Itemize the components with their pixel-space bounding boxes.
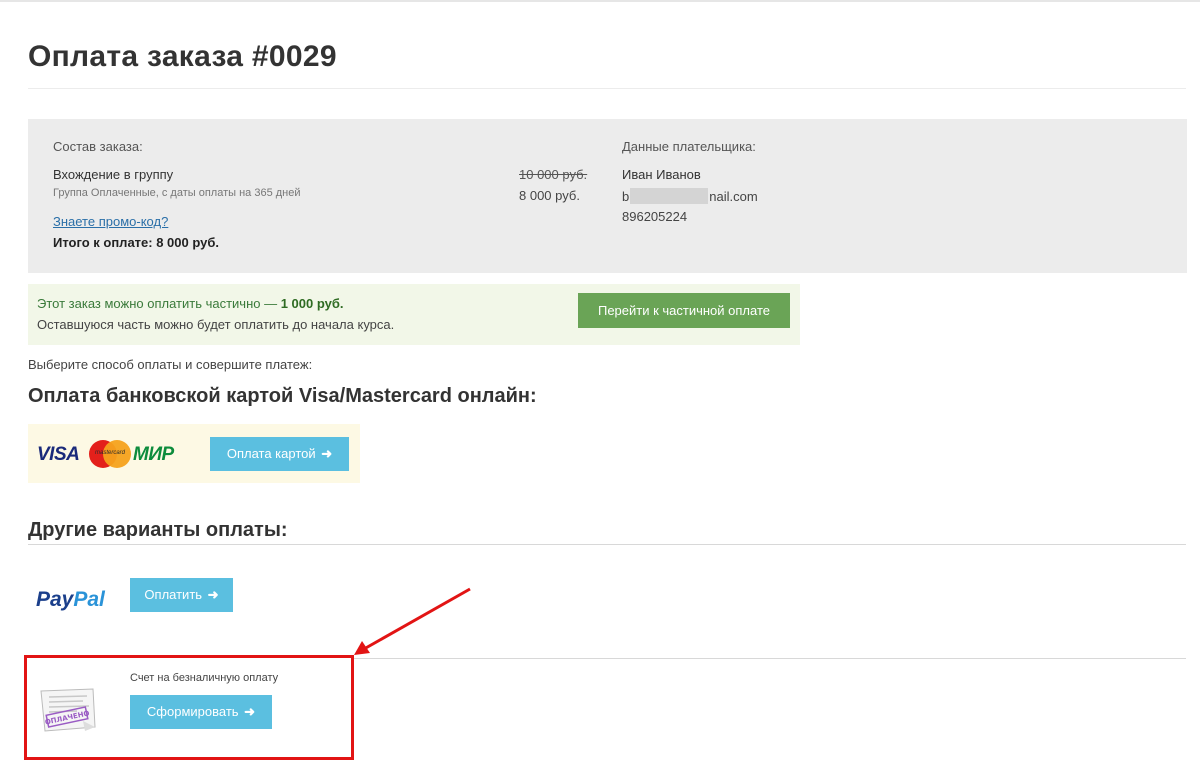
partial-payment-button[interactable]: Перейти к частичной оплате [578, 293, 790, 328]
arrow-right-icon: ➜ [204, 587, 219, 602]
paypal-logo-pal: Pal [73, 588, 105, 611]
mir-logo: МИР [133, 444, 174, 465]
card-payment-heading: Оплата банковской картой Visa/Mastercard… [28, 385, 537, 407]
pay-by-card-label: Оплата картой [226, 446, 316, 461]
pay-by-card-button[interactable]: Оплата картой ➜ [210, 437, 349, 471]
paypal-pay-label: Оплатить [144, 587, 203, 602]
payer-label: Данные плательщика: [622, 139, 756, 154]
payer-email-end: nail.com [709, 189, 758, 204]
invoice-divider [352, 658, 1186, 659]
generate-invoice-label: Сформировать [146, 704, 239, 719]
visa-logo: VISA [37, 444, 80, 465]
paypal-pay-button[interactable]: Оплатить ➜ [130, 578, 233, 612]
choose-payment-text: Выберите способ оплаты и совершите плате… [28, 357, 313, 372]
payer-email-start: b [622, 189, 630, 204]
payer-phone: 896205224 [622, 209, 688, 224]
order-item-title: Вхождение в группу [53, 167, 174, 182]
mastercard-logo: mastercard [94, 450, 125, 456]
old-price: 10 000 руб. [519, 167, 588, 182]
order-item-description: Группа Оплаченные, с даты оплаты на 365 … [53, 187, 301, 199]
red-annotation-arrow [354, 587, 471, 655]
partial-payment-amount: 1 000 руб. [280, 296, 344, 311]
arrow-right-icon: ➜ [317, 446, 333, 461]
paypal-logo: PayPal [36, 588, 105, 612]
paypal-logo-pay: Pay [36, 588, 74, 611]
card-payment-box: VISA mastercard МИР Оплата картой ➜ [28, 424, 360, 483]
page-title: Оплата заказа #0029 [28, 40, 337, 73]
invoice-label: Счет на безналичную оплату [130, 672, 279, 684]
generate-invoice-button[interactable]: Сформировать ➜ [130, 695, 272, 729]
partial-payment-remainder-text: Оставшуюся часть можно будет оплатить до… [37, 317, 395, 332]
order-total: Итого к оплате: 8 000 руб. [53, 235, 219, 250]
title-divider [28, 88, 1186, 89]
payer-name: Иван Иванов [622, 167, 701, 182]
payer-email: b nail.com [622, 188, 758, 204]
order-summary: Состав заказа: Вхождение в группу Группа… [28, 119, 1187, 273]
invoice-document-icon: ОПЛАЧЕНО [40, 688, 96, 732]
arrow-right-icon: ➜ [240, 704, 256, 719]
partial-payment-notice: Этот заказ можно оплатить частично — 1 0… [28, 284, 800, 345]
promo-code-link[interactable]: Знаете промо-код? [53, 214, 168, 229]
other-payment-heading: Другие варианты оплаты: [28, 519, 288, 541]
partial-payment-prefix: Этот заказ можно оплатить частично — [37, 296, 281, 311]
new-price: 8 000 руб. [519, 188, 580, 203]
order-label: Состав заказа: [53, 139, 143, 154]
email-redaction [630, 188, 709, 204]
invoice-highlight-box: ОПЛАЧЕНО Счет на безналичную оплату Сфор… [24, 655, 354, 760]
top-border [0, 0, 1200, 2]
partial-payment-text: Этот заказ можно оплатить частично — 1 0… [37, 296, 344, 311]
card-logos: VISA mastercard МИР [37, 439, 197, 469]
other-payment-divider [28, 544, 1186, 545]
